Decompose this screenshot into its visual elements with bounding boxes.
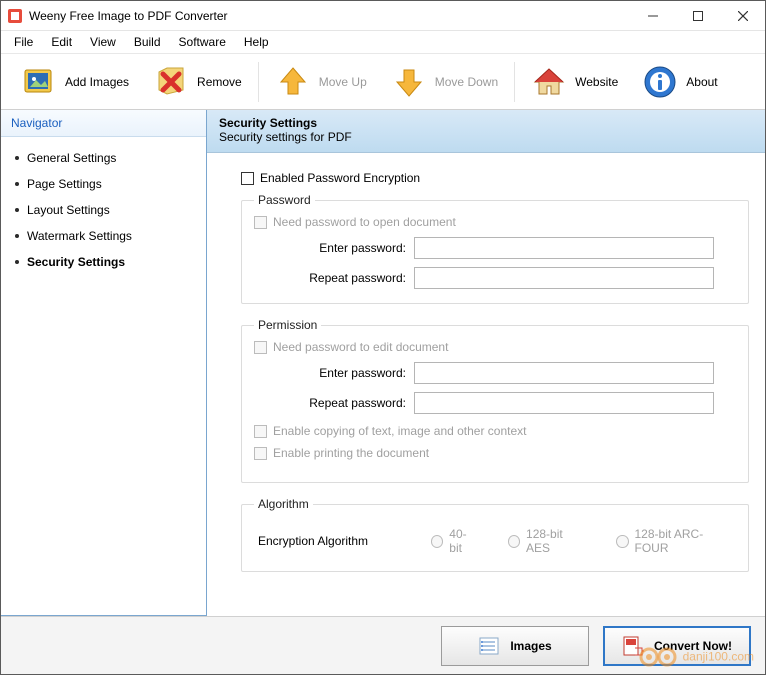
menu-help[interactable]: Help — [235, 33, 278, 51]
edit-enter-password-label: Enter password: — [254, 366, 414, 380]
nav-general-settings[interactable]: General Settings — [15, 145, 196, 171]
move-down-button[interactable]: Move Down — [379, 60, 510, 104]
enable-print-label: Enable printing the document — [273, 446, 429, 460]
list-icon — [478, 635, 500, 657]
algo-128arcfour-option: 128-bit ARC-FOUR — [616, 527, 732, 555]
arrow-down-icon — [391, 64, 427, 100]
panel-subtitle: Security settings for PDF — [219, 130, 753, 144]
nav-layout-settings[interactable]: Layout Settings — [15, 197, 196, 223]
need-edit-password-checkbox — [254, 341, 267, 354]
need-open-password-row: Need password to open document — [254, 215, 736, 229]
panel-title: Security Settings — [219, 116, 753, 130]
password-fieldset: Password Need password to open document … — [241, 193, 749, 304]
maximize-button[interactable] — [675, 1, 720, 30]
enable-copy-label: Enable copying of text, image and other … — [273, 424, 527, 438]
edit-repeat-password-input[interactable] — [414, 392, 714, 414]
menu-file[interactable]: File — [5, 33, 42, 51]
enable-encryption-checkbox[interactable] — [241, 172, 254, 185]
home-icon — [531, 64, 567, 100]
window-title: Weeny Free Image to PDF Converter — [29, 9, 630, 23]
app-icon — [7, 8, 23, 24]
need-edit-password-row: Need password to edit document — [254, 340, 736, 354]
arrow-up-icon — [275, 64, 311, 100]
minimize-button[interactable] — [630, 1, 675, 30]
add-images-button[interactable]: Add Images — [9, 60, 141, 104]
toolbar-divider — [258, 62, 259, 102]
titlebar: Weeny Free Image to PDF Converter — [1, 1, 765, 31]
images-button-label: Images — [510, 639, 551, 653]
algo-40bit-option: 40-bit — [431, 527, 478, 555]
open-enter-password-label: Enter password: — [254, 241, 414, 255]
footer: Images Convert Now! — [1, 616, 765, 674]
open-repeat-password-label: Repeat password: — [254, 271, 414, 285]
algorithm-legend: Algorithm — [254, 497, 313, 511]
toolbar-divider — [514, 62, 515, 102]
info-icon — [642, 64, 678, 100]
radio-icon — [431, 535, 443, 548]
radio-icon — [616, 535, 628, 548]
algo-128aes-option: 128-bit AES — [508, 527, 586, 555]
menu-edit[interactable]: Edit — [42, 33, 81, 51]
images-button[interactable]: Images — [441, 626, 589, 666]
algorithm-fieldset: Algorithm Encryption Algorithm 40-bit 12… — [241, 497, 749, 572]
add-images-icon — [21, 64, 57, 100]
permission-fieldset: Permission Need password to edit documen… — [241, 318, 749, 483]
remove-icon — [153, 64, 189, 100]
about-button[interactable]: About — [630, 60, 729, 104]
open-enter-password-input[interactable] — [414, 237, 714, 259]
menu-view[interactable]: View — [81, 33, 125, 51]
enable-print-row: Enable printing the document — [254, 446, 736, 460]
website-label: Website — [575, 75, 618, 89]
move-down-label: Move Down — [435, 75, 498, 89]
algorithm-label: Encryption Algorithm — [258, 534, 401, 548]
need-edit-password-label: Need password to edit document — [273, 340, 448, 354]
website-button[interactable]: Website — [519, 60, 630, 104]
menu-build[interactable]: Build — [125, 33, 170, 51]
enable-encryption-label: Enabled Password Encryption — [260, 171, 420, 185]
permission-legend: Permission — [254, 318, 321, 332]
radio-icon — [508, 535, 520, 548]
remove-button[interactable]: Remove — [141, 60, 254, 104]
menu-software[interactable]: Software — [170, 33, 235, 51]
close-button[interactable] — [720, 1, 765, 30]
convert-now-button[interactable]: Convert Now! — [603, 626, 751, 666]
move-up-label: Move Up — [319, 75, 367, 89]
convert-icon — [622, 635, 644, 657]
enable-copy-row: Enable copying of text, image and other … — [254, 424, 736, 438]
panel-body: Enabled Password Encryption Password Nee… — [207, 153, 765, 616]
password-legend: Password — [254, 193, 315, 207]
nav-page-settings[interactable]: Page Settings — [15, 171, 196, 197]
nav-watermark-settings[interactable]: Watermark Settings — [15, 223, 196, 249]
move-up-button[interactable]: Move Up — [263, 60, 379, 104]
edit-enter-password-input[interactable] — [414, 362, 714, 384]
convert-now-label: Convert Now! — [654, 639, 732, 653]
panel-header: Security Settings Security settings for … — [207, 110, 765, 153]
settings-panel: Security Settings Security settings for … — [207, 110, 765, 616]
add-images-label: Add Images — [65, 75, 129, 89]
content-area: Navigator General Settings Page Settings… — [1, 109, 765, 616]
toolbar: Add Images Remove Move Up Move Down Webs… — [1, 53, 765, 109]
nav-security-settings[interactable]: Security Settings — [15, 249, 196, 275]
about-label: About — [686, 75, 717, 89]
enable-encryption-row[interactable]: Enabled Password Encryption — [241, 171, 749, 185]
open-repeat-password-input[interactable] — [414, 267, 714, 289]
navigator-list: General Settings Page Settings Layout Se… — [1, 137, 206, 283]
menubar: File Edit View Build Software Help — [1, 31, 765, 53]
remove-label: Remove — [197, 75, 242, 89]
need-open-password-checkbox — [254, 216, 267, 229]
need-open-password-label: Need password to open document — [273, 215, 456, 229]
enable-print-checkbox — [254, 447, 267, 460]
enable-copy-checkbox — [254, 425, 267, 438]
edit-repeat-password-label: Repeat password: — [254, 396, 414, 410]
navigator-sidebar: Navigator General Settings Page Settings… — [1, 110, 207, 616]
navigator-header: Navigator — [1, 110, 206, 137]
